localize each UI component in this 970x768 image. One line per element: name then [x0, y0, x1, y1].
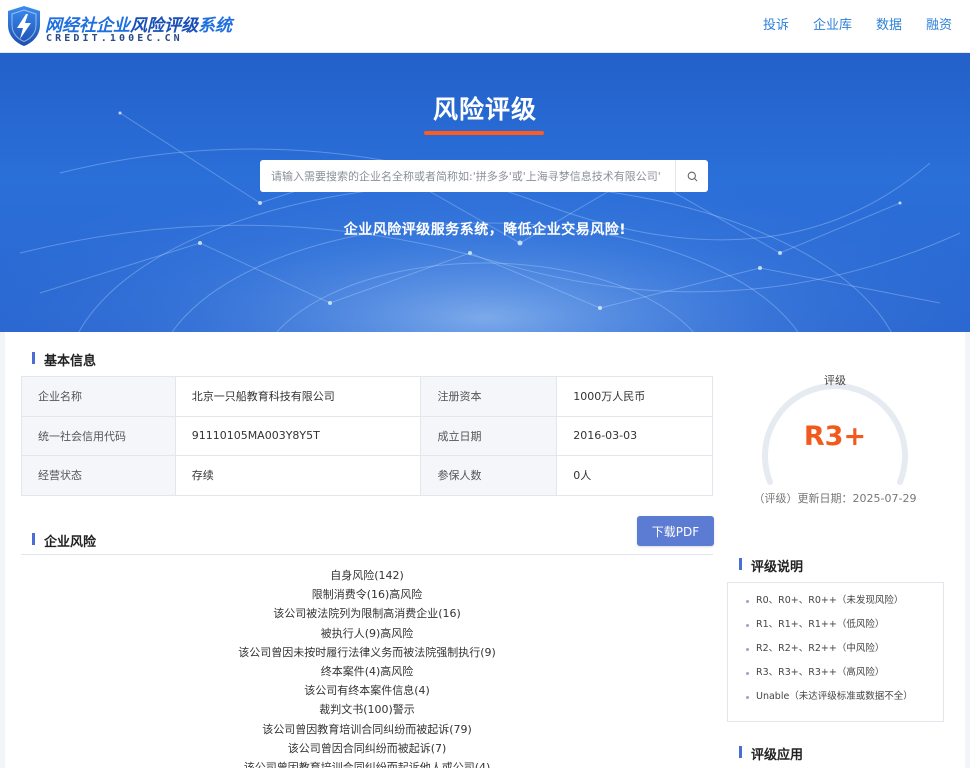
list-item: R0、R0+、R0++（未发现风险） [746, 589, 943, 613]
shield-logo-icon [8, 6, 40, 46]
field-value: 0人 [556, 455, 713, 496]
field-label: 经营状态 [21, 455, 176, 496]
site-logo[interactable]: 网经社企业风险评级系统 CREDIT.100EC.CN [6, 5, 232, 49]
hero-banner: 风险评级 企业风险评级服务系统，降低企业交易风险! [0, 53, 970, 332]
list-item[interactable]: 限制消费令(16)高风险 [21, 585, 713, 604]
field-value: 存续 [174, 455, 422, 496]
list-item[interactable]: 裁判文书(100)警示 [21, 700, 713, 719]
field-label: 成立日期 [420, 415, 558, 456]
title-underline [424, 131, 544, 135]
list-item[interactable]: 该公司曾因合同纠纷而被起诉(7) [21, 739, 713, 758]
list-item[interactable]: 终本案件(4)高风险 [21, 662, 713, 681]
list-item: R1、R1+、R1++（低风险） [746, 613, 943, 637]
search-icon [687, 171, 697, 181]
basic-info-table: 企业名称 北京一只船教育科技有限公司 注册资本 1000万人民币 统一社会信用代… [21, 376, 713, 496]
field-value: 2016-03-03 [556, 415, 713, 456]
nav-data[interactable]: 数据 [876, 14, 902, 33]
list-item: Unable（未达评级标准或数据不全） [746, 685, 943, 709]
rating-update-date: （评级）更新日期：2025-07-29 [753, 492, 917, 505]
divider [21, 554, 713, 555]
field-label: 统一社会信用代码 [21, 415, 176, 456]
list-item[interactable]: 该公司曾因未按时履行法律义务而被法院强制执行(9) [21, 643, 713, 662]
rating-gauge: 评级 R3+ （评级）更新日期：2025-07-29 [750, 370, 920, 510]
nav-company-db[interactable]: 企业库 [813, 14, 852, 33]
search-input[interactable] [260, 160, 675, 192]
field-value: 91110105MA003Y8Y5T [174, 415, 422, 456]
list-item[interactable]: 该公司有终本案件信息(4) [21, 681, 713, 700]
field-value: 1000万人民币 [556, 376, 713, 417]
field-value: 北京一只船教育科技有限公司 [174, 376, 422, 417]
nav-complaint[interactable]: 投诉 [763, 14, 789, 33]
search-button[interactable] [675, 160, 708, 192]
list-item: R3、R3+、R3++（高风险） [746, 661, 943, 685]
field-label: 参保人数 [420, 455, 558, 496]
table-row: 统一社会信用代码 91110105MA003Y8Y5T 成立日期 2016-03… [21, 415, 713, 456]
list-item[interactable]: 自身风险(142) [21, 566, 713, 585]
rating-explain-box: R0、R0+、R0++（未发现风险） R1、R1+、R1++（低风险） R2、R… [727, 582, 944, 722]
table-row: 企业名称 北京一只船教育科技有限公司 注册资本 1000万人民币 [21, 376, 713, 417]
list-item: R2、R2+、R2++（中风险） [746, 637, 943, 661]
field-label: 企业名称 [21, 376, 176, 417]
basic-info-heading: 基本信息 [32, 350, 96, 369]
rating-label: 评级 [824, 374, 846, 387]
list-item[interactable]: 该公司曾因教育培训合同纠纷而被起诉(79) [21, 720, 713, 739]
list-item[interactable]: 该公司曾因教育培训合同纠纷而起诉他人或公司(4) [21, 758, 713, 768]
main-nav: 投诉 企业库 数据 融资 [763, 14, 952, 33]
rating-explain-heading: 评级说明 [739, 556, 803, 575]
search-bar [260, 160, 708, 192]
content-panel: 基本信息 企业名称 北京一只船教育科技有限公司 注册资本 1000万人民币 统一… [5, 332, 965, 768]
list-item[interactable]: 被执行人(9)高风险 [21, 624, 713, 643]
nav-financing[interactable]: 融资 [926, 14, 952, 33]
risk-heading: 企业风险 [32, 531, 96, 550]
logo-subtitle: CREDIT.100EC.CN [46, 33, 183, 44]
risk-list: 自身风险(142) 限制消费令(16)高风险 该公司被法院列为限制高消费企业(1… [21, 566, 713, 768]
table-row: 经营状态 存续 参保人数 0人 [21, 455, 713, 496]
banner-slogan: 企业风险评级服务系统，降低企业交易风险! [343, 222, 627, 238]
field-label: 注册资本 [420, 376, 558, 417]
download-pdf-button[interactable]: 下载PDF [637, 516, 714, 546]
list-item[interactable]: 该公司被法院列为限制高消费企业(16) [21, 604, 713, 623]
banner-title: 风险评级 [432, 95, 537, 124]
top-header: 网经社企业风险评级系统 CREDIT.100EC.CN 投诉 企业库 数据 融资 [0, 0, 970, 53]
rating-application-heading: 评级应用 [739, 744, 803, 763]
rating-value: R3+ [803, 421, 867, 452]
